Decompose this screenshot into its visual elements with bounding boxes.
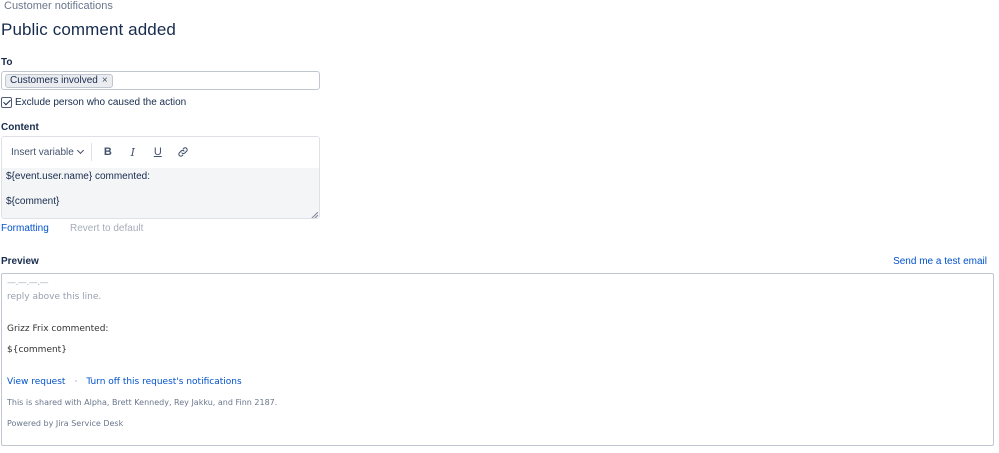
breadcrumb[interactable]: Customer notifications [4,0,113,12]
view-request-link[interactable]: View request [7,377,65,387]
link-icon [178,147,188,157]
revert-to-default-link[interactable]: Revert to default [70,223,143,234]
underline-button[interactable]: U [148,142,168,162]
email-preview: —.—.—.— reply above this line. Grizz Fri… [1,273,994,446]
editor-toolbar: Insert variable B I U [2,137,319,167]
reply-above-text: reply above this line. [7,292,102,302]
exclude-checkbox[interactable] [1,97,12,108]
insert-variable-label: Insert variable [11,146,74,158]
link-button[interactable] [173,142,193,162]
chevron-down-icon [76,146,84,155]
italic-button[interactable]: I [123,142,143,162]
preview-actions: View request · Turn off this request's n… [7,377,242,387]
turn-off-notifications-link[interactable]: Turn off this request's notifications [86,377,241,387]
send-test-email-link[interactable]: Send me a test email [893,256,987,267]
editor-line: ${comment} [6,196,60,207]
content-editor: Insert variable B I U ${event.user.name}… [1,136,320,219]
exclude-checkbox-label: Exclude person who caused the action [15,97,187,108]
resize-handle-icon[interactable] [311,212,318,219]
to-field[interactable]: Customers involved × [1,71,320,90]
recipient-tag-label: Customers involved [10,75,98,86]
bold-button[interactable]: B [98,142,118,162]
editor-body[interactable]: ${event.user.name} commented: ${comment} [2,168,319,219]
shared-with-text: This is shared with Alpha, Brett Kennedy… [7,398,278,407]
powered-by-text: Powered by Jira Service Desk [7,419,124,428]
content-label: Content [1,122,39,133]
exclude-checkbox-row[interactable]: Exclude person who caused the action [1,97,186,108]
dot-separator: · [74,377,78,387]
toolbar-divider [90,143,92,161]
page-title: Public comment added [1,20,176,39]
insert-variable-dropdown[interactable]: Insert variable [11,146,84,158]
preview-label: Preview [1,256,39,267]
reply-separator: —.—.—.— [7,278,49,288]
recipient-tag: Customers involved × [5,74,113,88]
formatting-link[interactable]: Formatting [1,223,49,234]
editor-line: ${event.user.name} commented: [6,171,150,182]
commented-text: Grizz Frix commented: [7,324,109,334]
to-label: To [1,57,13,68]
comment-text: ${comment} [7,345,67,355]
tag-remove-icon[interactable]: × [102,75,108,87]
